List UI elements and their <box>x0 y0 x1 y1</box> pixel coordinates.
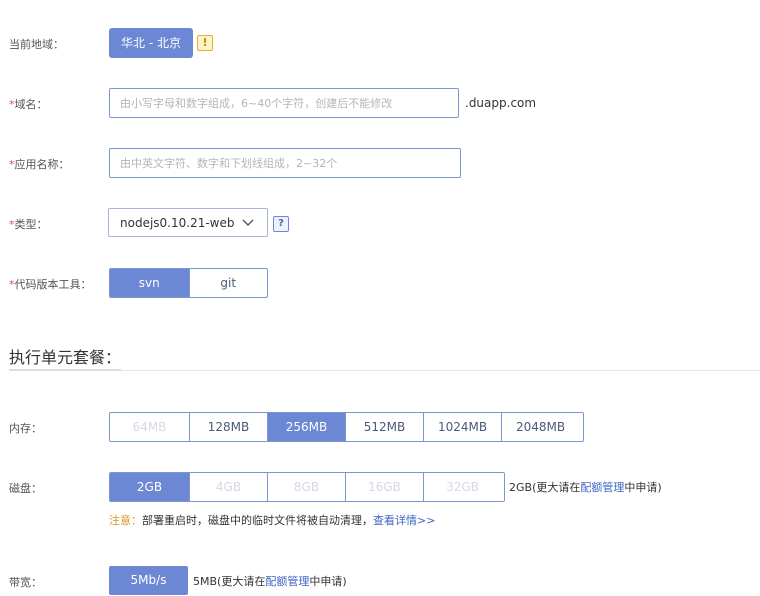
section-title: 执行单元套餐： <box>9 348 122 367</box>
disk-quota-note: 2GB(更大请在配额管理中申请) <box>509 479 662 495</box>
domain-label: *域名： <box>9 96 48 112</box>
bandwidth-label: 带宽： <box>9 576 42 589</box>
domain-label-text: 域名： <box>14 98 48 111</box>
disk-option-16gb: 16GB <box>345 473 423 501</box>
region-label: 当前地域： <box>9 38 64 51</box>
section-divider-accent <box>9 369 121 371</box>
disk-quota-link[interactable]: 配额管理 <box>580 481 624 494</box>
bandwidth-quota-link[interactable]: 配额管理 <box>265 575 309 588</box>
disk-tip: 注意：部署重启时，磁盘中的临时文件将被自动清理，查看详情>> <box>109 512 435 528</box>
disk-option-32gb: 32GB <box>423 473 501 501</box>
section-divider <box>9 370 760 371</box>
memory-options: 64MB 128MB 256MB 512MB 1024MB 2048MB <box>109 412 584 442</box>
type-label: *类型： <box>9 216 48 232</box>
type-select[interactable]: nodejs0.10.21-web <box>108 208 268 237</box>
bandwidth-value[interactable]: 5Mb/s <box>109 566 188 595</box>
region-button[interactable]: 华北 - 北京 <box>109 28 193 58</box>
vcs-option-svn[interactable]: svn <box>110 269 189 297</box>
view-details-link[interactable]: 查看详情>> <box>373 514 435 527</box>
disk-note-suffix: 中申请) <box>624 481 662 494</box>
type-selected-value: nodejs0.10.21-web <box>120 216 235 230</box>
disk-option-4gb: 4GB <box>189 473 267 501</box>
memory-option-2048mb[interactable]: 2048MB <box>501 413 579 441</box>
bandwidth-quota-note: 5MB(更大请在配额管理中申请) <box>193 573 347 589</box>
disk-option-8gb: 8GB <box>267 473 345 501</box>
disk-label: 磁盘： <box>9 482 42 495</box>
chevron-down-icon <box>241 214 255 233</box>
vcs-toggle: svn git <box>109 268 268 298</box>
tip-text: 部署重启时，磁盘中的临时文件将被自动清理， <box>142 514 373 527</box>
domain-input[interactable] <box>109 88 459 118</box>
disk-option-2gb[interactable]: 2GB <box>110 473 189 501</box>
memory-option-64mb: 64MB <box>132 420 167 434</box>
disk-note-prefix: 2GB(更大请在 <box>509 481 581 494</box>
memory-option-256mb[interactable]: 256MB <box>267 413 345 441</box>
app-name-label: *应用名称： <box>9 156 70 172</box>
vcs-label: *代码版本工具： <box>9 276 92 292</box>
disk-options: 2GB 4GB 8GB 16GB 32GB <box>109 472 505 502</box>
warning-icon[interactable]: ! <box>197 35 213 51</box>
tip-highlight: 注意： <box>109 514 142 527</box>
bandwidth-note-prefix: 5MB(更大请在 <box>193 575 266 588</box>
domain-suffix: .duapp.com <box>465 96 537 110</box>
memory-option-512mb[interactable]: 512MB <box>345 413 423 441</box>
vcs-label-text: 代码版本工具： <box>14 278 92 291</box>
type-label-text: 类型： <box>14 218 48 231</box>
memory-label: 内存： <box>9 422 42 435</box>
memory-option-1024mb[interactable]: 1024MB <box>423 413 501 441</box>
memory-option-128mb[interactable]: 128MB <box>189 413 267 441</box>
vcs-option-git[interactable]: git <box>188 269 268 297</box>
app-name-input[interactable] <box>109 148 461 178</box>
bandwidth-note-suffix: 中申请) <box>309 575 347 588</box>
app-name-label-text: 应用名称： <box>14 158 70 171</box>
help-icon[interactable]: ? <box>273 216 289 232</box>
